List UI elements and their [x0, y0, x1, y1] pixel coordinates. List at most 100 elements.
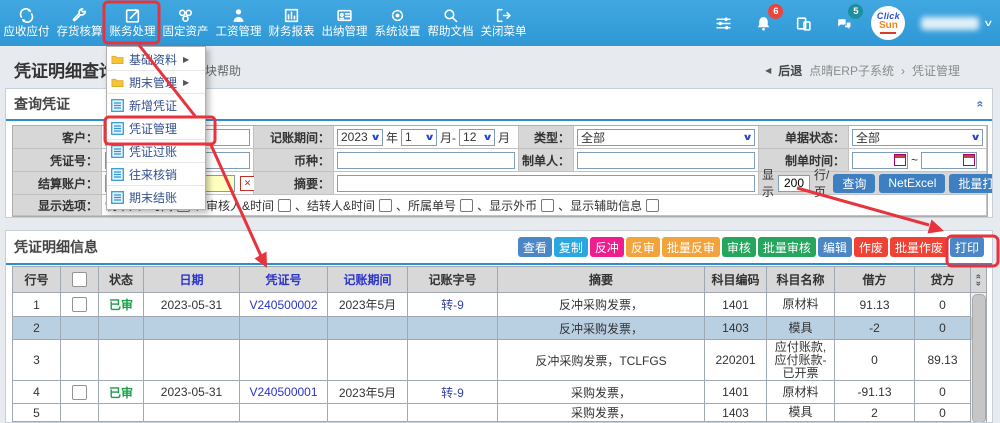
- menu-item-period-mgmt[interactable]: 期末管理 ▶: [107, 71, 205, 94]
- option-doc-no-checkbox[interactable]: [460, 199, 473, 212]
- devices-icon[interactable]: [791, 11, 815, 35]
- copy-button[interactable]: 复制: [554, 237, 588, 257]
- nav-fixed-assets[interactable]: 固定资产: [159, 0, 212, 46]
- audit-button[interactable]: 审核: [722, 237, 756, 257]
- period-year-select[interactable]: 2023∨: [337, 129, 383, 146]
- nav-account-processing[interactable]: 账务处理: [106, 0, 159, 46]
- cell-period: [328, 317, 408, 340]
- col-voucher-no[interactable]: 凭证号: [240, 267, 328, 293]
- row-checkbox[interactable]: [72, 297, 87, 312]
- print-button[interactable]: 打印: [950, 237, 984, 257]
- bar-chart-icon: [283, 7, 300, 24]
- cell-line-no: 3: [13, 340, 61, 381]
- notifications-bell-icon[interactable]: 6: [751, 11, 775, 35]
- search-button[interactable]: 查询: [833, 174, 875, 193]
- menu-item-period-closing[interactable]: 期末结账: [107, 186, 205, 208]
- folder-icon: [111, 76, 124, 89]
- nav-inventory-accounting[interactable]: 存货核算: [53, 0, 106, 46]
- scrollbar-thumb[interactable]: [972, 294, 986, 423]
- col-subject-name: 科目名称: [767, 267, 835, 293]
- menu-item-basic-data[interactable]: 基础资料 ▶: [107, 48, 205, 71]
- option-foreign-currency-checkbox[interactable]: [541, 199, 554, 212]
- row-checkbox[interactable]: [72, 385, 87, 400]
- nav-cashier[interactable]: 出纳管理: [318, 0, 371, 46]
- nav-help-docs[interactable]: 帮助文档: [424, 0, 477, 46]
- doc-status-select[interactable]: 全部∨: [852, 129, 983, 146]
- clicksun-logo[interactable]: Click Sun: [871, 6, 905, 40]
- nav-system-settings[interactable]: 系统设置: [371, 0, 424, 46]
- menu-item-reconciliation[interactable]: 往来核销: [107, 163, 205, 186]
- void-button[interactable]: 作废: [854, 237, 888, 257]
- batch-print-button[interactable]: 批量打印: [949, 174, 993, 193]
- scroll-down-icon[interactable]: »: [975, 280, 982, 285]
- edit-button[interactable]: 编辑: [818, 237, 852, 257]
- period-month-to-select[interactable]: 12∨: [459, 129, 495, 146]
- cell-subject-code: 1403: [705, 404, 767, 422]
- menu-item-voucher-posting[interactable]: 凭证过账: [107, 140, 205, 163]
- detail-section-title: 凭证明细信息: [14, 237, 98, 257]
- maker-input[interactable]: [577, 152, 755, 169]
- detail-section-header: 凭证明细信息 查看 复制 反冲 反审 批量反审 审核 批量审核 编辑 作废 批量…: [6, 231, 992, 265]
- cell-voucher: [240, 317, 328, 340]
- menu-item-voucher-mgmt[interactable]: 凭证管理: [107, 117, 205, 140]
- make-time-from-input[interactable]: [852, 152, 908, 169]
- voucher-link[interactable]: V240500002: [240, 293, 328, 317]
- batch-void-button[interactable]: 批量作废: [890, 237, 948, 257]
- collapse-section-icon[interactable]: «: [974, 101, 988, 108]
- user-account-menu[interactable]: ∨: [921, 17, 992, 30]
- nav-label: 帮助文档: [428, 27, 474, 39]
- nav-financial-reports[interactable]: 财务报表: [265, 0, 318, 46]
- batch-unaudit-button[interactable]: 批量反审: [662, 237, 720, 257]
- folder-icon: [111, 53, 124, 66]
- netexcel-button[interactable]: NetExcel: [879, 174, 945, 193]
- nav-label: 应收应付: [4, 27, 50, 39]
- batch-audit-button[interactable]: 批量审核: [758, 237, 816, 257]
- type-select[interactable]: 全部∨: [577, 129, 755, 146]
- calendar-icon[interactable]: [963, 154, 975, 166]
- gear-icon: [389, 7, 406, 24]
- menu-item-new-voucher[interactable]: 新增凭证: [107, 94, 205, 117]
- scroll-up-icon[interactable]: «: [975, 273, 982, 278]
- table-row-selected: 2 反冲采购发票， 1403 模具 -2 0: [13, 317, 987, 340]
- cell-word-no: [408, 317, 498, 340]
- rows-per-page-input[interactable]: [778, 175, 810, 192]
- summary-input[interactable]: [337, 175, 755, 192]
- option-foreign-currency: 、显示外币: [477, 197, 537, 214]
- breadcrumb-current[interactable]: 凭证管理: [912, 62, 960, 79]
- cell-summary: 反冲采购发票，: [498, 293, 705, 317]
- cell-date: 2023-05-31: [144, 293, 240, 317]
- sliders-icon[interactable]: [711, 11, 735, 35]
- option-auditor-time-checkbox[interactable]: [278, 199, 291, 212]
- nav-payroll[interactable]: 工资管理: [212, 0, 265, 46]
- edit-icon: [124, 7, 141, 24]
- cell-subject-name: 原材料: [767, 381, 835, 404]
- col-subject-code: 科目编码: [705, 267, 767, 293]
- col-date[interactable]: 日期: [144, 267, 240, 293]
- col-period[interactable]: 记账期间: [328, 267, 408, 293]
- reverse-button[interactable]: 反冲: [590, 237, 624, 257]
- option-transfer-time-checkbox[interactable]: [379, 199, 392, 212]
- breadcrumb-root[interactable]: 点晴ERP子系统: [809, 62, 894, 79]
- select-all-checkbox[interactable]: [72, 272, 87, 287]
- cell-summary: 采购发票，: [498, 381, 705, 404]
- currency-input[interactable]: [337, 152, 515, 169]
- clear-x-icon[interactable]: ✕: [240, 176, 255, 191]
- view-button[interactable]: 查看: [518, 237, 552, 257]
- cell-line-no: 2: [13, 317, 61, 340]
- nav-receivable-payable[interactable]: 应收应付: [0, 0, 53, 46]
- make-time-to-input[interactable]: [921, 152, 977, 169]
- cell-subject-name: 应付账款,应付账款-已开票: [767, 340, 835, 381]
- nav-close-menu[interactable]: 关闭菜单: [477, 0, 530, 46]
- topbar-right-tools: 6 5 Click Sun ∨: [711, 0, 992, 46]
- cell-credit: 0: [915, 404, 971, 422]
- calendar-icon[interactable]: [894, 154, 906, 166]
- period-month-from-select[interactable]: 1∨: [401, 129, 437, 146]
- messages-icon[interactable]: 5: [831, 11, 855, 35]
- cell-credit: 0: [915, 293, 971, 317]
- unaudit-button[interactable]: 反审: [626, 237, 660, 257]
- cell-period: [328, 404, 408, 422]
- voucher-link[interactable]: V240500001: [240, 381, 328, 404]
- breadcrumb-back[interactable]: 后退: [778, 62, 802, 79]
- nav-label: 存货核算: [57, 27, 103, 39]
- option-aux-info-checkbox[interactable]: [646, 199, 659, 212]
